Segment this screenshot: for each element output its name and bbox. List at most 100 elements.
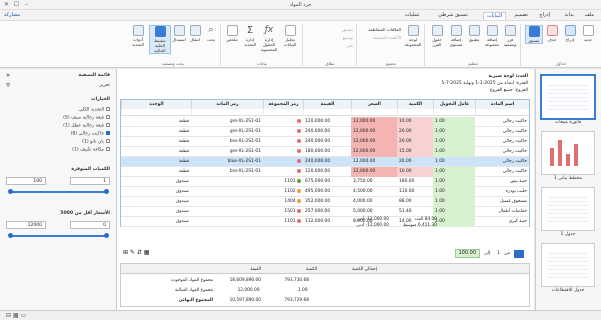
price-slider-knob-min[interactable] — [104, 233, 109, 238]
column-header[interactable]: القيمة — [303, 100, 351, 109]
layout-icons[interactable]: ▭ ▦ ⊟ — [6, 312, 26, 319]
column-header[interactable]: السعر — [351, 100, 397, 109]
filter-item[interactable]: التحديد الكلي — [79, 107, 110, 113]
share-button[interactable]: مشاركة — [4, 12, 20, 18]
qty-min-input[interactable]: 1 — [70, 177, 110, 185]
price-slider-knob-max[interactable] — [8, 233, 13, 238]
table-row[interactable]: حليب بودرة 1.00 110.00 4,500.00 495,000.00 1… — [121, 187, 529, 197]
tab-operations[interactable]: عمليات — [402, 12, 423, 20]
sheet-thumbnail[interactable] — [541, 243, 595, 287]
column-header[interactable]: الوحدة — [121, 100, 191, 109]
outline-format-item[interactable]: تنسيق — [342, 27, 353, 32]
filter-item[interactable]: قبعة رجالية صيف (5) — [63, 115, 110, 121]
new-button[interactable]: جديد — [579, 25, 597, 42]
column-header[interactable]: عامل التحويل — [433, 100, 475, 109]
minimize-icon[interactable]: – — [22, 1, 31, 9]
table-row[interactable]: حاكيت رجالي 1.00 10.00 12,000.00 120,000.00 … — [121, 117, 529, 127]
filter-item[interactable]: بان نانو (1) — [82, 139, 110, 145]
price-max-input[interactable]: 12000 — [6, 221, 46, 229]
filter-item[interactable]: حاكيت رجالي (8) — [71, 131, 110, 137]
table-tool-icons[interactable]: ▦ ⇵ ✎ ⊞ — [123, 249, 149, 256]
fields-sort-button[interactable]: حقول الفرز — [427, 25, 447, 47]
tab-data[interactable]: البيانات — [482, 12, 506, 20]
sheet-label[interactable]: فاتورة مبيعات — [541, 120, 595, 125]
filter-sort-button[interactable]: فرز وتصفية — [501, 25, 519, 47]
sheet-thumbnail[interactable] — [541, 75, 595, 119]
summary-button[interactable]: ملخص — [223, 25, 241, 42]
price-slider[interactable] — [10, 235, 106, 237]
selection-tools-button[interactable]: أدوات التحديد — [127, 25, 149, 47]
tab-home[interactable]: بداية — [562, 12, 577, 20]
sheet-label[interactable]: جدول 1 — [541, 232, 595, 237]
column-filter-input[interactable] — [191, 109, 263, 116]
active-cell-button[interactable]: تنشيط الخلية الحالية — [149, 25, 171, 54]
analyze-button[interactable]: تحليل البيانات — [279, 25, 301, 47]
selection-manage-button[interactable]: Σ إدارة التحديد — [241, 25, 259, 47]
group-label-data: بيانات — [256, 61, 268, 66]
table-row[interactable]: حاكيت رجالي 1.00 15.00 12,000.00 180,000.00 … — [121, 147, 529, 157]
table-row[interactable]: حاكيت رجالي 1.00 20.00 12,000.00 240,000.00 … — [121, 157, 529, 167]
checkbox[interactable] — [106, 147, 110, 151]
qty-slider[interactable] — [10, 191, 106, 193]
delete-button[interactable]: حذف — [543, 25, 561, 42]
close-panel-icon[interactable]: ✕ — [6, 73, 10, 79]
column-filter-input[interactable] — [263, 109, 303, 116]
checkbox-checked[interactable] — [106, 131, 110, 135]
qty-slider-knob-min[interactable] — [104, 189, 109, 194]
table-row[interactable]: حاكيت رجالي 1.00 20.00 12,000.00 240,000.00 … — [121, 127, 529, 137]
outline-collapse-item[interactable]: طي — [346, 43, 353, 48]
column-filter-input[interactable] — [433, 109, 475, 116]
cross-relations-item[interactable]: العلاقات المتقاطعة — [368, 27, 401, 32]
tab-insert[interactable]: إدراج — [536, 12, 553, 20]
table-row[interactable]: مسحوق غسيل 1.00 88.00 4,000.00 352,000.00 14… — [121, 197, 529, 207]
add-level-button[interactable]: إضافة مستوى — [447, 25, 465, 47]
column-filter-input[interactable] — [475, 109, 529, 116]
sheet-label[interactable]: جدول للاقتطاعات — [541, 288, 595, 293]
group-view-button[interactable]: لوحة المجموعة — [403, 25, 423, 47]
calculated-fields-button[interactable]: ƒx إدارة الحقول المحسوبة — [259, 25, 279, 52]
column-header[interactable]: رمز المجموعة — [263, 100, 303, 109]
sheet-thumbnail[interactable] — [541, 131, 595, 175]
table-row[interactable]: حاكيت رجالي 1.00 10.00 12,000.00 120,000.00 … — [121, 167, 529, 177]
column-header[interactable]: رمز المادة — [191, 100, 263, 109]
checkbox[interactable] — [106, 107, 110, 111]
column-filter-input[interactable] — [351, 109, 397, 116]
replace-button[interactable]: استبدال — [171, 25, 187, 42]
add-group-button[interactable]: إضافة مجموعة — [483, 25, 501, 47]
checkbox[interactable] — [106, 123, 110, 127]
filter-item[interactable]: قبعة رجالية عطل (1) — [63, 123, 110, 129]
tab-conditional-format[interactable]: تنسيق شرطي — [435, 12, 471, 20]
column-header[interactable]: الكمية — [397, 100, 433, 109]
qty-slider-knob-max[interactable] — [8, 189, 13, 194]
column-filter-input[interactable] — [397, 109, 433, 116]
table-row[interactable]: جبنة كيري 1.00 14.00 8,000.00 112,000.00 110… — [121, 217, 529, 227]
grouped-columns-item[interactable]: الأعمدة المجمعة — [373, 35, 401, 40]
table-row[interactable]: حاكيت رجالي 1.00 20.00 12,000.00 240,000.00 … — [121, 137, 529, 147]
column-filter-input[interactable] — [121, 109, 191, 116]
format-button[interactable]: تنسيق — [525, 25, 543, 44]
price-min-input[interactable]: 0 — [70, 221, 110, 229]
checkbox[interactable] — [106, 115, 110, 119]
table-cell: 1.00 — [433, 187, 475, 197]
column-filter-input[interactable] — [303, 109, 351, 116]
column-header[interactable]: اسم المادة — [475, 100, 529, 109]
apply-button[interactable]: تطبيق — [465, 25, 483, 42]
sheet-thumbnail[interactable] — [541, 187, 595, 231]
close-icon[interactable]: ✕ — [2, 1, 11, 9]
sort-edit-label[interactable]: تحرير — [99, 83, 110, 88]
table-row[interactable]: جبنة بيض 1.00 180.00 3,750.00 675,000.00 110… — [121, 177, 529, 187]
outline-expand-item[interactable]: توسيع — [343, 35, 353, 40]
table-row[interactable]: حفاضات أطفال 1.00 51.40 5,000.00 257,000.00 … — [121, 207, 529, 217]
tab-design[interactable]: تصميم — [512, 12, 531, 20]
tab-file[interactable]: ملف — [581, 12, 597, 20]
filter-item[interactable]: مكافة تكييف (1) — [72, 147, 110, 153]
maximize-icon[interactable]: ☐ — [12, 1, 21, 9]
goto-icon — [189, 25, 201, 36]
goto-button[interactable]: انتقال — [187, 25, 203, 42]
checkbox[interactable] — [106, 139, 110, 143]
qty-max-input[interactable]: 100 — [6, 177, 46, 185]
insert-button[interactable]: إدراج — [561, 25, 579, 42]
sheet-label[interactable]: مخطط بياني 1 — [541, 176, 595, 181]
find-button[interactable]: ⌕ بحث — [203, 25, 219, 42]
filter-clear-icon[interactable]: ⛛ — [6, 83, 10, 89]
